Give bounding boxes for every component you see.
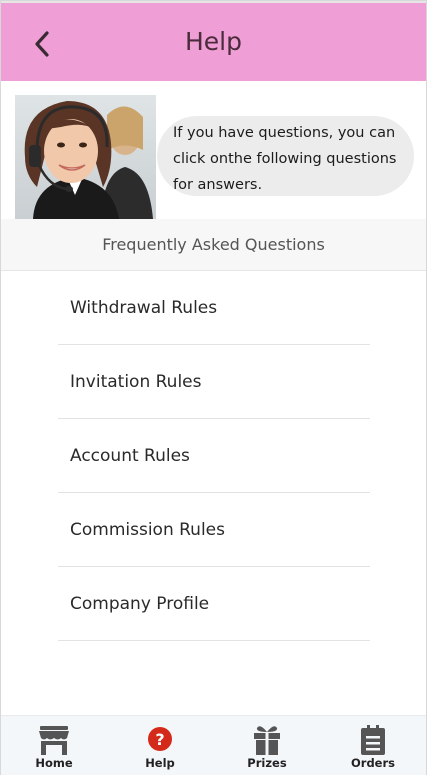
intro-section: If you have questions, you can click ont… bbox=[1, 81, 426, 219]
tab-prizes[interactable]: Prizes bbox=[214, 716, 320, 775]
bottom-tab-bar: Home ? Help Prizes Orders bbox=[1, 715, 426, 775]
tab-home-label: Home bbox=[35, 756, 73, 770]
svg-text:?: ? bbox=[155, 730, 164, 749]
tab-help[interactable]: ? Help bbox=[107, 716, 213, 775]
header-bar: Help bbox=[1, 1, 426, 81]
tab-home[interactable]: Home bbox=[1, 716, 107, 775]
faq-item-account-rules[interactable]: Account Rules bbox=[58, 419, 370, 493]
faq-list: Withdrawal Rules Invitation Rules Accoun… bbox=[58, 271, 370, 641]
page-title: Help bbox=[185, 27, 242, 56]
store-icon bbox=[39, 726, 69, 755]
clipboard-icon bbox=[361, 725, 385, 755]
faq-item-commission-rules[interactable]: Commission Rules bbox=[58, 493, 370, 567]
tab-prizes-label: Prizes bbox=[247, 756, 287, 770]
tab-orders-label: Orders bbox=[351, 756, 395, 770]
faq-item-withdrawal-rules[interactable]: Withdrawal Rules bbox=[58, 271, 370, 345]
question-circle-icon: ? bbox=[148, 727, 172, 751]
faq-heading: Frequently Asked Questions bbox=[1, 219, 426, 271]
tab-help-label: Help bbox=[145, 756, 175, 770]
faq-item-company-profile[interactable]: Company Profile bbox=[58, 567, 370, 641]
speech-bubble: If you have questions, you can click ont… bbox=[157, 116, 414, 196]
intro-message: If you have questions, you can click ont… bbox=[173, 125, 397, 193]
gift-icon bbox=[254, 726, 280, 755]
tab-orders[interactable]: Orders bbox=[320, 716, 426, 775]
customer-service-agent-photo bbox=[15, 95, 156, 219]
faq-item-invitation-rules[interactable]: Invitation Rules bbox=[58, 345, 370, 419]
